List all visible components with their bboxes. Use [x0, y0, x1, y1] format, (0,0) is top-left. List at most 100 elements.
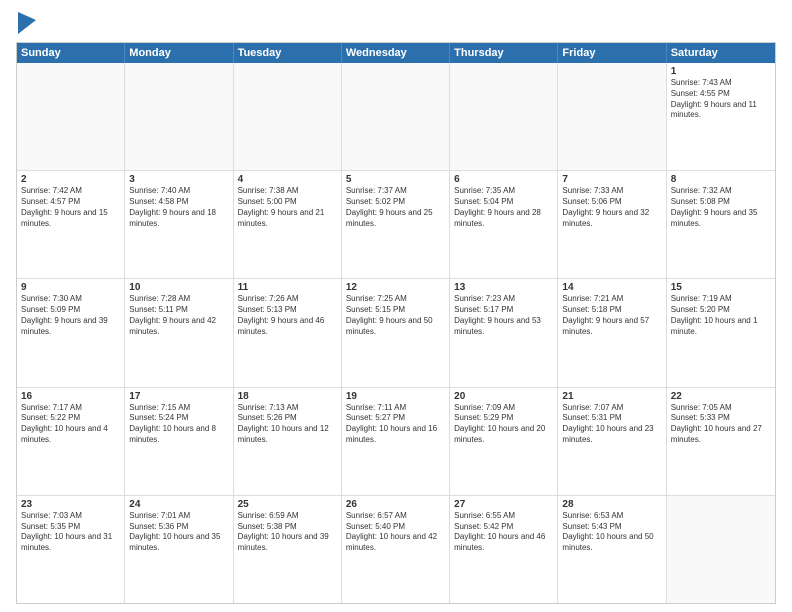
calendar-day-20: 20Sunrise: 7:09 AM Sunset: 5:29 PM Dayli… [450, 388, 558, 495]
day-info: Sunrise: 7:11 AM Sunset: 5:27 PM Dayligh… [346, 403, 445, 446]
calendar-day-3: 3Sunrise: 7:40 AM Sunset: 4:58 PM Daylig… [125, 171, 233, 278]
day-number: 19 [346, 391, 445, 402]
day-number: 3 [129, 174, 228, 185]
calendar-day-27: 27Sunrise: 6:55 AM Sunset: 5:42 PM Dayli… [450, 496, 558, 603]
calendar-day-empty [17, 63, 125, 170]
day-number: 23 [21, 499, 120, 510]
day-info: Sunrise: 7:23 AM Sunset: 5:17 PM Dayligh… [454, 294, 553, 337]
header-day-sunday: Sunday [17, 43, 125, 63]
day-info: Sunrise: 7:35 AM Sunset: 5:04 PM Dayligh… [454, 186, 553, 229]
day-number: 6 [454, 174, 553, 185]
day-number: 15 [671, 282, 771, 293]
day-info: Sunrise: 7:09 AM Sunset: 5:29 PM Dayligh… [454, 403, 553, 446]
header-day-saturday: Saturday [667, 43, 775, 63]
calendar-day-10: 10Sunrise: 7:28 AM Sunset: 5:11 PM Dayli… [125, 279, 233, 386]
day-info: Sunrise: 7:15 AM Sunset: 5:24 PM Dayligh… [129, 403, 228, 446]
calendar-day-16: 16Sunrise: 7:17 AM Sunset: 5:22 PM Dayli… [17, 388, 125, 495]
day-info: Sunrise: 6:57 AM Sunset: 5:40 PM Dayligh… [346, 511, 445, 554]
calendar-day-11: 11Sunrise: 7:26 AM Sunset: 5:13 PM Dayli… [234, 279, 342, 386]
day-info: Sunrise: 6:59 AM Sunset: 5:38 PM Dayligh… [238, 511, 337, 554]
day-info: Sunrise: 7:30 AM Sunset: 5:09 PM Dayligh… [21, 294, 120, 337]
day-number: 18 [238, 391, 337, 402]
day-number: 16 [21, 391, 120, 402]
calendar-day-23: 23Sunrise: 7:03 AM Sunset: 5:35 PM Dayli… [17, 496, 125, 603]
day-number: 4 [238, 174, 337, 185]
day-info: Sunrise: 7:26 AM Sunset: 5:13 PM Dayligh… [238, 294, 337, 337]
day-info: Sunrise: 6:55 AM Sunset: 5:42 PM Dayligh… [454, 511, 553, 554]
day-info: Sunrise: 7:43 AM Sunset: 4:55 PM Dayligh… [671, 78, 771, 121]
calendar-day-14: 14Sunrise: 7:21 AM Sunset: 5:18 PM Dayli… [558, 279, 666, 386]
calendar-day-empty [667, 496, 775, 603]
header-day-friday: Friday [558, 43, 666, 63]
calendar-day-6: 6Sunrise: 7:35 AM Sunset: 5:04 PM Daylig… [450, 171, 558, 278]
day-number: 24 [129, 499, 228, 510]
calendar-day-9: 9Sunrise: 7:30 AM Sunset: 5:09 PM Daylig… [17, 279, 125, 386]
day-info: Sunrise: 7:01 AM Sunset: 5:36 PM Dayligh… [129, 511, 228, 554]
day-number: 20 [454, 391, 553, 402]
calendar-day-empty [342, 63, 450, 170]
calendar-day-15: 15Sunrise: 7:19 AM Sunset: 5:20 PM Dayli… [667, 279, 775, 386]
day-info: Sunrise: 7:03 AM Sunset: 5:35 PM Dayligh… [21, 511, 120, 554]
day-number: 7 [562, 174, 661, 185]
day-info: Sunrise: 7:33 AM Sunset: 5:06 PM Dayligh… [562, 186, 661, 229]
calendar-week-4: 16Sunrise: 7:17 AM Sunset: 5:22 PM Dayli… [17, 387, 775, 495]
calendar-week-3: 9Sunrise: 7:30 AM Sunset: 5:09 PM Daylig… [17, 278, 775, 386]
calendar-week-1: 1Sunrise: 7:43 AM Sunset: 4:55 PM Daylig… [17, 63, 775, 170]
calendar-day-17: 17Sunrise: 7:15 AM Sunset: 5:24 PM Dayli… [125, 388, 233, 495]
day-number: 21 [562, 391, 661, 402]
header-day-monday: Monday [125, 43, 233, 63]
calendar-day-empty [450, 63, 558, 170]
header-day-thursday: Thursday [450, 43, 558, 63]
header-day-tuesday: Tuesday [234, 43, 342, 63]
calendar-day-empty [558, 63, 666, 170]
day-info: Sunrise: 6:53 AM Sunset: 5:43 PM Dayligh… [562, 511, 661, 554]
calendar-day-1: 1Sunrise: 7:43 AM Sunset: 4:55 PM Daylig… [667, 63, 775, 170]
day-info: Sunrise: 7:28 AM Sunset: 5:11 PM Dayligh… [129, 294, 228, 337]
day-info: Sunrise: 7:21 AM Sunset: 5:18 PM Dayligh… [562, 294, 661, 337]
day-number: 8 [671, 174, 771, 185]
day-number: 22 [671, 391, 771, 402]
calendar-day-19: 19Sunrise: 7:11 AM Sunset: 5:27 PM Dayli… [342, 388, 450, 495]
day-number: 13 [454, 282, 553, 293]
calendar-day-22: 22Sunrise: 7:05 AM Sunset: 5:33 PM Dayli… [667, 388, 775, 495]
calendar-day-13: 13Sunrise: 7:23 AM Sunset: 5:17 PM Dayli… [450, 279, 558, 386]
calendar-header: SundayMondayTuesdayWednesdayThursdayFrid… [17, 43, 775, 63]
calendar-day-18: 18Sunrise: 7:13 AM Sunset: 5:26 PM Dayli… [234, 388, 342, 495]
day-number: 1 [671, 66, 771, 77]
day-info: Sunrise: 7:32 AM Sunset: 5:08 PM Dayligh… [671, 186, 771, 229]
day-number: 5 [346, 174, 445, 185]
calendar-day-21: 21Sunrise: 7:07 AM Sunset: 5:31 PM Dayli… [558, 388, 666, 495]
day-info: Sunrise: 7:40 AM Sunset: 4:58 PM Dayligh… [129, 186, 228, 229]
calendar-body: 1Sunrise: 7:43 AM Sunset: 4:55 PM Daylig… [17, 63, 775, 603]
day-info: Sunrise: 7:17 AM Sunset: 5:22 PM Dayligh… [21, 403, 120, 446]
calendar-day-7: 7Sunrise: 7:33 AM Sunset: 5:06 PM Daylig… [558, 171, 666, 278]
day-number: 12 [346, 282, 445, 293]
logo-icon [18, 12, 36, 34]
day-number: 11 [238, 282, 337, 293]
day-number: 28 [562, 499, 661, 510]
day-number: 14 [562, 282, 661, 293]
day-info: Sunrise: 7:25 AM Sunset: 5:15 PM Dayligh… [346, 294, 445, 337]
day-info: Sunrise: 7:13 AM Sunset: 5:26 PM Dayligh… [238, 403, 337, 446]
day-number: 10 [129, 282, 228, 293]
calendar-day-empty [125, 63, 233, 170]
calendar-day-24: 24Sunrise: 7:01 AM Sunset: 5:36 PM Dayli… [125, 496, 233, 603]
day-info: Sunrise: 7:07 AM Sunset: 5:31 PM Dayligh… [562, 403, 661, 446]
day-info: Sunrise: 7:19 AM Sunset: 5:20 PM Dayligh… [671, 294, 771, 337]
day-number: 26 [346, 499, 445, 510]
logo [16, 12, 36, 34]
calendar-day-5: 5Sunrise: 7:37 AM Sunset: 5:02 PM Daylig… [342, 171, 450, 278]
day-number: 27 [454, 499, 553, 510]
calendar-day-28: 28Sunrise: 6:53 AM Sunset: 5:43 PM Dayli… [558, 496, 666, 603]
header-day-wednesday: Wednesday [342, 43, 450, 63]
calendar-day-26: 26Sunrise: 6:57 AM Sunset: 5:40 PM Dayli… [342, 496, 450, 603]
calendar-week-5: 23Sunrise: 7:03 AM Sunset: 5:35 PM Dayli… [17, 495, 775, 603]
header [16, 12, 776, 34]
calendar: SundayMondayTuesdayWednesdayThursdayFrid… [16, 42, 776, 604]
day-number: 9 [21, 282, 120, 293]
calendar-day-4: 4Sunrise: 7:38 AM Sunset: 5:00 PM Daylig… [234, 171, 342, 278]
day-info: Sunrise: 7:37 AM Sunset: 5:02 PM Dayligh… [346, 186, 445, 229]
day-info: Sunrise: 7:05 AM Sunset: 5:33 PM Dayligh… [671, 403, 771, 446]
day-number: 2 [21, 174, 120, 185]
calendar-week-2: 2Sunrise: 7:42 AM Sunset: 4:57 PM Daylig… [17, 170, 775, 278]
